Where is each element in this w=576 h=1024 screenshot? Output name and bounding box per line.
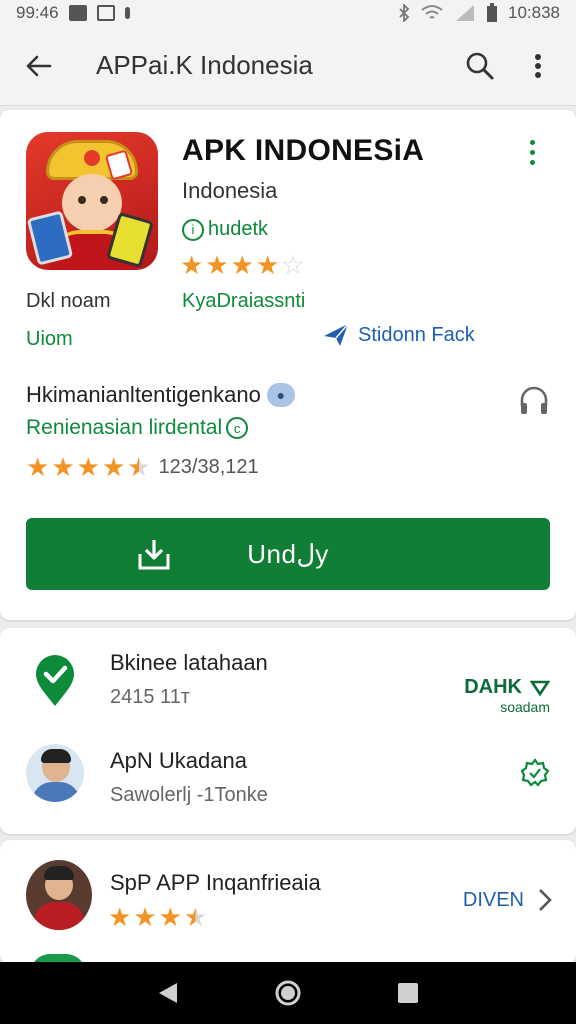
app-details-card: APK INDONESiA Indonesia i hudetk ★ ★ ★ ★…: [0, 110, 576, 620]
nav-home-icon[interactable]: [274, 979, 302, 1007]
dot-icon: [530, 140, 535, 145]
info-rating-stars: ★ ★ ★ ★ ★: [26, 454, 151, 480]
suggestion-title: SpP APP Inqanfrieaia: [110, 870, 321, 895]
back-button[interactable]: [16, 44, 60, 88]
nav-back-icon[interactable]: [157, 981, 179, 1005]
star-half-icon: ★: [183, 902, 208, 932]
status-time: 99:46: [16, 3, 59, 22]
lock-icon: ●: [266, 383, 295, 407]
headset-button[interactable]: [518, 386, 550, 421]
star-icon: ★: [255, 250, 280, 280]
info-subtitle-text: Renienasian lirdental: [26, 416, 223, 439]
avatar: [26, 860, 92, 930]
list-item-title: Bkinee latahaan: [110, 650, 268, 675]
bluetooth-icon: [399, 4, 410, 22]
app-tag-label: hudetk: [208, 218, 269, 240]
app-icon-eye: [100, 196, 108, 204]
info-circle-icon: i: [182, 218, 204, 241]
star-icon: ★: [108, 902, 132, 932]
system-nav-bar: [0, 962, 576, 1024]
app-tag[interactable]: i hudetk: [182, 218, 268, 241]
star-icon: ★: [180, 250, 204, 280]
info-subtitle[interactable]: Renienasian lirdental c: [26, 416, 249, 440]
app-icon-eye: [78, 196, 86, 204]
install-button[interactable]: Undلy: [26, 518, 550, 590]
search-button[interactable]: [458, 44, 502, 88]
star-icon: ★: [51, 452, 75, 482]
status-bar: 99:46 10:838: [0, 0, 576, 26]
download-icon: [138, 540, 170, 570]
star-icon: ★: [205, 250, 229, 280]
star-empty-icon: ☆: [281, 250, 305, 280]
chevron-right-icon: [539, 889, 552, 911]
developer-link[interactable]: Indonesia: [182, 178, 277, 204]
avatar-shoulders: [32, 782, 80, 802]
star-icon: ★: [101, 452, 126, 482]
app-icon-face: [62, 174, 122, 232]
app-name: APK INDONESiA: [182, 134, 425, 167]
meta-right-2-label: Stidonn Fack: [358, 323, 475, 346]
dahk-link[interactable]: DAHK soadam: [464, 676, 550, 715]
list-item[interactable]: ApN Ukadana Sawolerlj -1Tonke: [0, 734, 576, 824]
meta-right[interactable]: KyaDraiassnti: [182, 290, 305, 313]
list-item-subtitle: Sawolerlj -1Tonke: [110, 784, 268, 806]
app-rating-stars: ★ ★ ★ ★ ☆: [180, 252, 305, 278]
meta-right-2[interactable]: Stidonn Fack: [322, 322, 475, 348]
wifi-icon: [421, 5, 443, 19]
diven-label: DIVEN: [462, 888, 524, 911]
triangle-down-icon: [530, 680, 550, 696]
list-item-subtitle: 2415 11т: [110, 686, 190, 708]
suggestion-rating-stars: ★ ★ ★ ★: [108, 904, 207, 930]
rating-count: 123/38,121: [158, 455, 259, 478]
badge-gear-icon[interactable]: [520, 758, 550, 788]
dot-icon: [530, 150, 535, 155]
back-arrow-icon: [26, 55, 52, 76]
top-app-bar: APPai.K Indonesia: [0, 26, 576, 106]
dahk-sub: soadam: [500, 699, 550, 715]
star-icon: ★: [158, 902, 182, 932]
search-icon: [466, 52, 494, 79]
avatar-hair: [41, 749, 71, 763]
avatar-shoulders: [34, 902, 84, 930]
signal-icon: [456, 5, 474, 21]
app-more-button[interactable]: [530, 140, 535, 165]
app-icon-badge: [82, 148, 102, 168]
list-item-title: ApN Ukadana: [110, 748, 247, 773]
status-clock: 10:838: [508, 3, 560, 22]
battery-icon: [487, 3, 497, 22]
dahk-label: DAHK: [464, 676, 522, 698]
verified-pin-icon: [36, 655, 74, 706]
info-title-text: Hkimanianltentigenkano: [26, 382, 261, 407]
list-item[interactable]: SpP APP Inqanfrieaia ★ ★ ★ ★ DIVEN: [0, 854, 576, 944]
meta-left-2: Uiom: [26, 328, 73, 350]
image-notification-icon: [68, 5, 87, 21]
details-list-card: Bkinee latahaan 2415 11т DAHK soadam ApN…: [0, 628, 576, 834]
nav-recents-icon[interactable]: [397, 982, 419, 1004]
star-icon: ★: [133, 902, 157, 932]
star-half-icon: ★: [127, 452, 151, 482]
info-rating: ★ ★ ★ ★ ★ 123/38,121: [26, 454, 259, 480]
info-title: Hkimanianltentigenkano ●: [26, 382, 295, 408]
star-icon: ★: [26, 452, 50, 482]
alert-notification-icon: [124, 7, 130, 19]
headset-icon: [520, 386, 548, 414]
more-vert-icon: [535, 53, 541, 78]
copyright-icon: c: [226, 417, 249, 439]
page-title: APPai.K Indonesia: [96, 50, 313, 80]
suggestion-card[interactable]: SpP APP Inqanfrieaia ★ ★ ★ ★ DIVEN: [0, 840, 576, 964]
list-item[interactable]: Bkinee latahaan 2415 11т DAHK soadam: [0, 638, 576, 728]
avatar: [26, 744, 84, 802]
plane-icon: [324, 323, 349, 346]
star-icon: ★: [76, 452, 100, 482]
overflow-menu-button[interactable]: [516, 44, 560, 88]
dot-icon: [530, 160, 535, 165]
star-icon: ★: [230, 250, 254, 280]
meta-left: Dkl noam: [26, 290, 111, 312]
install-label: Undلy: [247, 538, 329, 569]
app-notification-icon: [96, 5, 115, 21]
app-icon[interactable]: [26, 132, 158, 270]
avatar-hair: [44, 866, 74, 880]
diven-button[interactable]: DIVEN: [463, 888, 552, 912]
